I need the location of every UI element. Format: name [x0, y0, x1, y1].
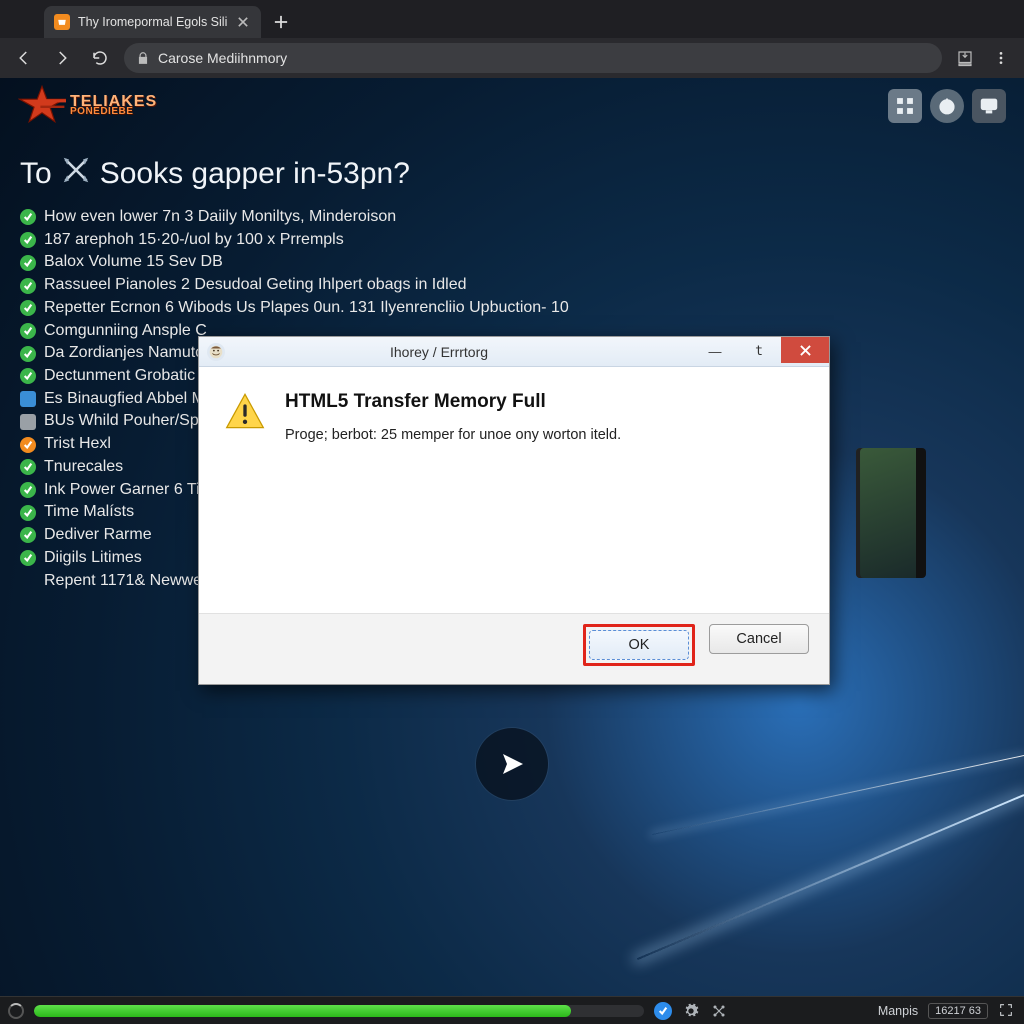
monitor-icon[interactable]: [972, 89, 1006, 123]
tab-favicon-icon: [54, 14, 70, 30]
status-label: Manpis: [878, 1004, 918, 1018]
install-app-icon[interactable]: [952, 45, 978, 71]
star-icon: [18, 84, 66, 129]
site-header: TELIAKES PONEDIEBE: [0, 78, 1024, 134]
status-counter: 16217 63: [928, 1003, 988, 1019]
fullscreen-icon[interactable]: [998, 1002, 1016, 1020]
status-dot-icon: [20, 368, 36, 384]
checklist-item: Rassueel Pianoles 2 Desudoal Geting Ihlp…: [20, 274, 1004, 297]
status-dot-icon: [20, 232, 36, 248]
video-thumbnail[interactable]: [856, 448, 926, 578]
loading-spinner-icon: [8, 1003, 24, 1019]
ok-button[interactable]: OK: [589, 630, 689, 660]
checklist-item-text: Repetter Ecrnon 6 Wibods Us Plapes 0un. …: [44, 297, 569, 320]
dialog-app-icon: [207, 343, 225, 361]
dialog-heading: HTML5 Transfer Memory Full: [285, 391, 621, 413]
checklist-item-text: Time Malísts: [44, 501, 134, 524]
browser-menu-button[interactable]: [988, 45, 1014, 71]
logo-text: TELIAKES PONEDIEBE: [70, 95, 157, 116]
status-dot-icon: [20, 209, 36, 225]
status-dot-icon: [20, 346, 36, 362]
checklist-item-text: Comgunniing Ansple C: [44, 320, 207, 343]
checklist-item: Balox Volume 15 Sev DB: [20, 251, 1004, 274]
checklist-item-text: Diigils Litimes: [44, 547, 142, 570]
dialog-title: Ihorey / Errrtorg: [231, 344, 687, 360]
tab-close-icon[interactable]: [235, 14, 251, 30]
status-dot-icon: [20, 391, 36, 407]
progress-bar: [34, 1005, 644, 1017]
checklist-item-text: Ink Power Garner 6 Ti: [44, 479, 200, 502]
checklist-item-text: Dectunment Grobatic: [44, 365, 195, 388]
expand-icon[interactable]: [710, 1002, 728, 1020]
address-bar[interactable]: Carose Mediihnmory: [124, 43, 942, 73]
dialog-close-button[interactable]: [781, 337, 829, 363]
settings-gear-icon[interactable]: [682, 1002, 700, 1020]
ok-button-highlight: OK: [583, 624, 695, 666]
browser-chrome: Thy Iromepormal Egols Sili Carose Mediih…: [0, 0, 1024, 78]
status-dot-icon: [20, 278, 36, 294]
status-dot-icon: [20, 482, 36, 498]
status-check-icon[interactable]: [654, 1002, 672, 1020]
status-dot-icon: [20, 459, 36, 475]
status-dot-icon: [20, 323, 36, 339]
grid-menu-icon[interactable]: [888, 89, 922, 123]
lock-icon: [136, 51, 150, 65]
error-dialog: Ihorey / Errrtorg — t HTML5 Transfer Mem…: [198, 336, 830, 685]
checklist-item-text: Repent 1171& Newwe: [44, 570, 202, 593]
status-dot-icon: [20, 437, 36, 453]
status-dot-icon: [20, 300, 36, 316]
checklist-item-text: Rassueel Pianoles 2 Desudoal Geting Ihlp…: [44, 274, 467, 297]
checklist-item-text: 187 arephoh 15·20-/uol by 100 x Prrempls: [44, 229, 344, 252]
back-button[interactable]: [10, 44, 38, 72]
checklist-item-text: BUs Whild Pouher/Sp: [44, 410, 199, 433]
lens-flare-decoration: [652, 755, 1024, 835]
dialog-message: Proge; berbot: 25 memper for unoe ony wo…: [285, 427, 621, 443]
lens-flare-decoration: [637, 794, 1024, 960]
checklist-item: 187 arephoh 15·20-/uol by 100 x Prrempls: [20, 229, 1004, 252]
checklist-item-text: Tnurecales: [44, 456, 123, 479]
new-tab-button[interactable]: [267, 8, 295, 36]
browser-tab-active[interactable]: Thy Iromepormal Egols Sili: [44, 6, 261, 38]
checklist-item-text: Balox Volume 15 Sev DB: [44, 251, 223, 274]
status-dot-icon: [20, 527, 36, 543]
dialog-body: HTML5 Transfer Memory Full Proge; berbot…: [199, 367, 829, 463]
dialog-button-row: OK Cancel: [199, 613, 829, 684]
site-logo[interactable]: TELIAKES PONEDIEBE: [18, 84, 157, 129]
checklist-item-text: How even lower 7n 3 Daiily Moniltys, Min…: [44, 206, 396, 229]
cancel-button[interactable]: Cancel: [709, 624, 809, 654]
power-icon[interactable]: [930, 89, 964, 123]
progress-fill: [34, 1005, 571, 1017]
checklist-item-text: Dediver Rarme: [44, 524, 152, 547]
dialog-titlebar[interactable]: Ihorey / Errrtorg — t: [199, 337, 829, 367]
tab-title: Thy Iromepormal Egols Sili: [78, 15, 227, 29]
forward-button[interactable]: [48, 44, 76, 72]
status-dot-icon: [20, 550, 36, 566]
checklist-item-text: Da Zordianjes Namuto: [44, 342, 204, 365]
play-button[interactable]: [476, 728, 548, 800]
checklist-item-text: Trist Hexl: [44, 433, 111, 456]
dialog-maximize-button[interactable]: t: [737, 340, 781, 362]
page-heading: To Sooks gapper in-53pn?: [0, 134, 1024, 206]
status-dot-icon: [20, 414, 36, 430]
warning-icon: [225, 391, 265, 443]
status-dot-icon: [20, 255, 36, 271]
dialog-minimize-button[interactable]: —: [693, 340, 737, 362]
address-text: Carose Mediihnmory: [158, 50, 287, 66]
page-content: TELIAKES PONEDIEBE To Sooks gapper in-53…: [0, 78, 1024, 996]
status-dot-icon: [20, 505, 36, 521]
checklist-item: Repetter Ecrnon 6 Wibods Us Plapes 0un. …: [20, 297, 1004, 320]
status-bar: Manpis 16217 63: [0, 996, 1024, 1024]
reload-button[interactable]: [86, 44, 114, 72]
browser-toolbar: Carose Mediihnmory: [0, 38, 1024, 78]
checklist-item-text: Es Binaugfied Abbel M: [44, 388, 205, 411]
checklist-item: How even lower 7n 3 Daiily Moniltys, Min…: [20, 206, 1004, 229]
crossed-swords-icon: [62, 156, 90, 192]
tab-bar: Thy Iromepormal Egols Sili: [0, 0, 1024, 38]
